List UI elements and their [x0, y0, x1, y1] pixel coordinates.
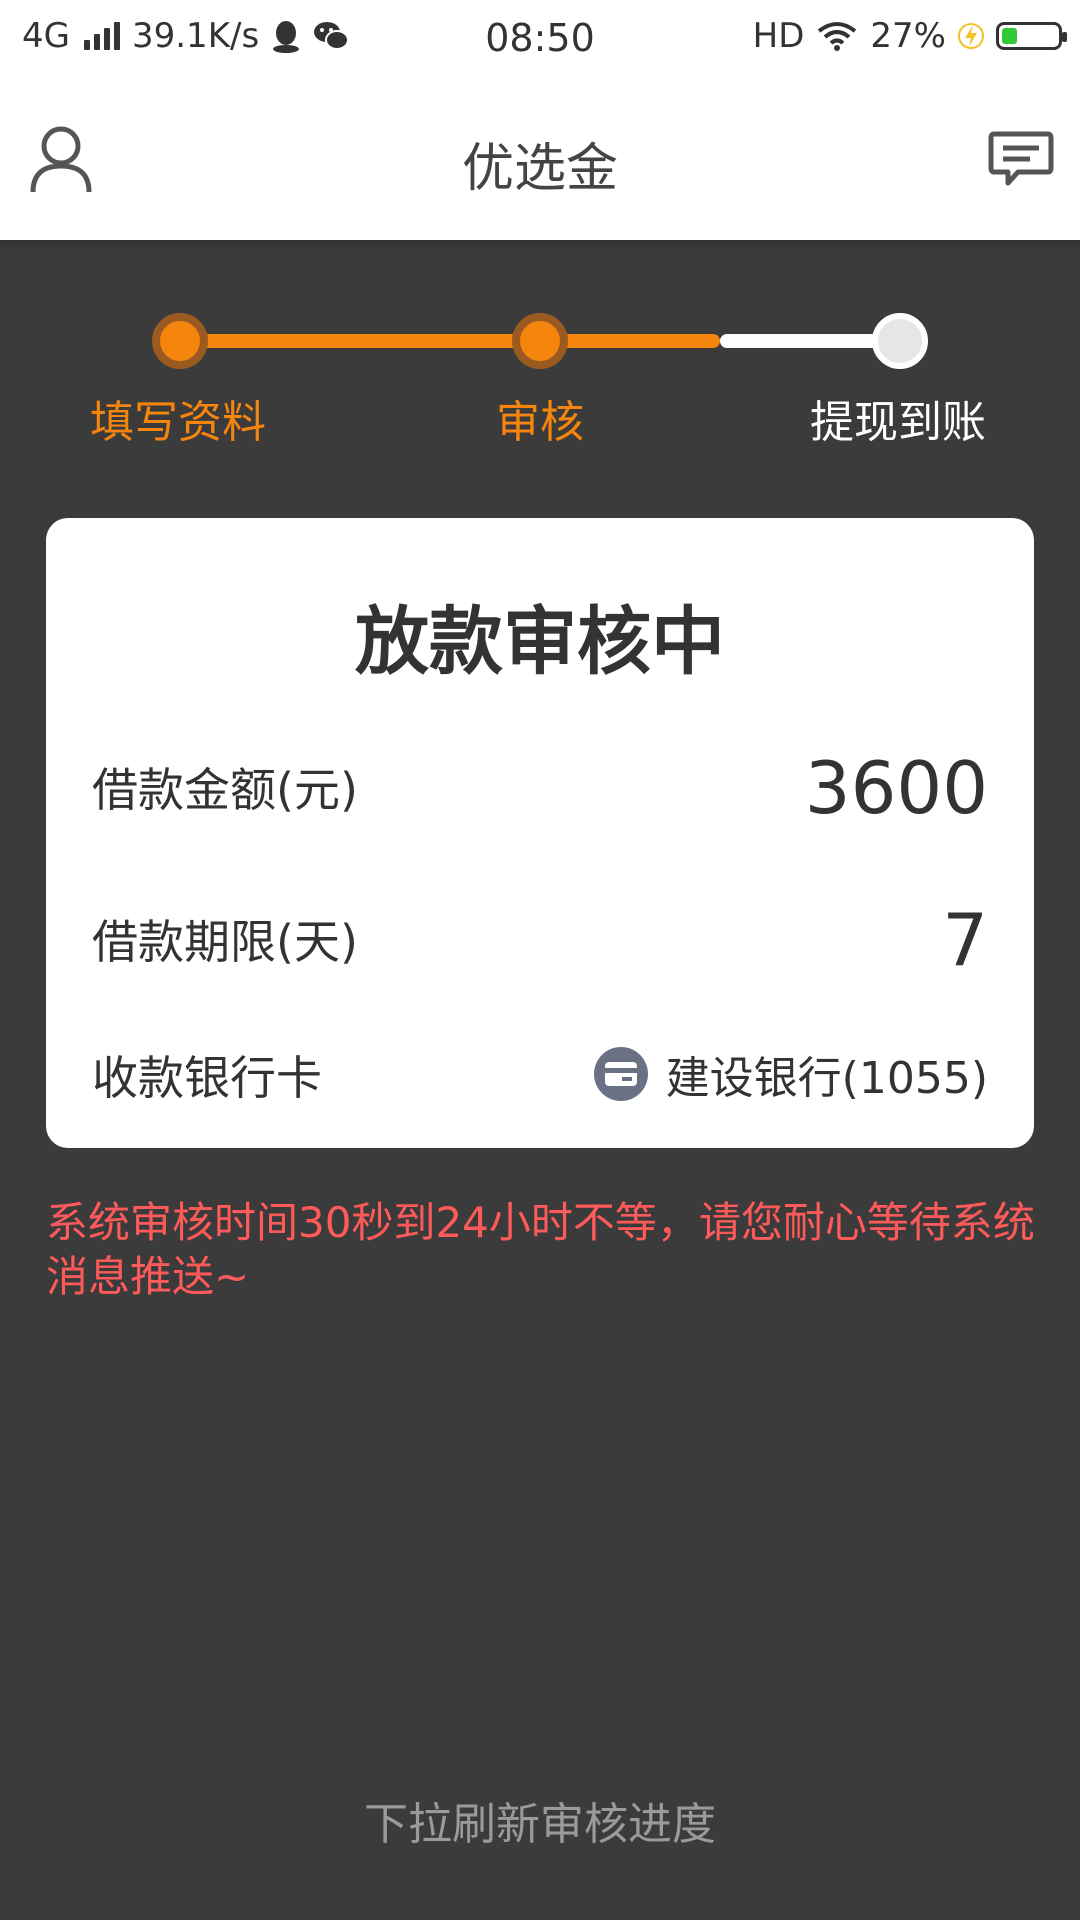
term-label: 借款期限(天) [92, 915, 358, 969]
charging-icon [958, 23, 984, 49]
loan-status-card: 放款审核中 借款金额(元) 3600 借款期限(天) 7 收款银行卡 建设银行(… [46, 518, 1034, 1148]
bank-label: 收款银行卡 [92, 1051, 322, 1105]
message-icon [988, 131, 1054, 186]
step-dot-3 [872, 313, 928, 369]
status-bar: 4G 39.1K/s 08:50 HD 27% [0, 0, 1080, 76]
battery-percent: 27% [870, 16, 946, 56]
status-right: HD 27% [752, 16, 1067, 56]
wifi-icon [818, 22, 857, 51]
bank-card-icon [593, 1047, 648, 1101]
battery-fill [1002, 28, 1017, 44]
messages-button[interactable] [976, 114, 1066, 204]
app-header: 优选金 [0, 76, 1080, 240]
step-line-done [180, 334, 720, 348]
amount-value: 3600 [804, 746, 988, 830]
review-notice: 系统审核时间30秒到24小时不等，请您耐心等待系统消息推送~ [46, 1198, 1035, 1301]
amount-label: 借款金额(元) [92, 763, 358, 817]
step-label-3: 提现到账 [810, 397, 986, 448]
step-label-1: 填写资料 [90, 397, 266, 448]
card-title: 放款审核中 [355, 599, 725, 685]
step-dot-1 [152, 313, 208, 369]
battery-icon [996, 22, 1067, 50]
bank-value: 建设银行(1055) [665, 1053, 988, 1104]
page-title: 优选金 [461, 139, 618, 199]
term-value: 7 [942, 898, 988, 982]
bank-card-row: 建设银行(1055) [593, 1042, 988, 1106]
hd-indicator: HD [752, 16, 805, 56]
pull-refresh-hint: 下拉刷新审核进度 [364, 1799, 716, 1850]
progress-steps: 填写资料 审核 提现到账 [0, 300, 1080, 460]
step-dot-2 [512, 313, 568, 369]
step-label-2: 审核 [496, 397, 584, 448]
